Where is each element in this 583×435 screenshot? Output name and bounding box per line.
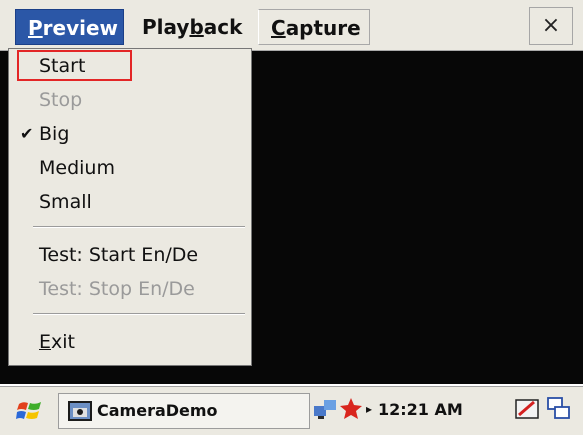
taskbar-clock[interactable]: 12:21 AM (378, 387, 463, 433)
desktop-switch-icon[interactable] (546, 396, 572, 422)
menu-item-test-stop-label: Test: Stop En/De (39, 278, 195, 300)
menu-item-big[interactable]: ✔ Big (9, 117, 251, 151)
menu-item-start-label: Start (39, 55, 86, 77)
menu-item-small-label: Small (39, 191, 92, 213)
menu-playback-text-before: Play (142, 15, 190, 39)
menu-capture-mnemonic: C (271, 16, 286, 40)
menu-item-exit-mnemonic: E (39, 331, 52, 353)
menu-item-test-start-label: Test: Start En/De (39, 244, 199, 266)
menu-item-test-start[interactable]: Test: Start En/De (9, 238, 251, 272)
menu-bar: Preview Playback Capture × (0, 0, 583, 51)
menu-capture-text-after: apture (285, 16, 361, 40)
menu-item-medium[interactable]: Medium (9, 151, 251, 185)
camera-app-icon (68, 401, 92, 421)
menu-playback-text-after: ack (203, 15, 243, 39)
tray-expand-arrow-icon[interactable]: ▸ (366, 397, 372, 421)
taskbar-app-button[interactable]: CameraDemo (58, 393, 310, 429)
menu-item-medium-label: Medium (39, 157, 115, 179)
tray-app-icon[interactable] (338, 396, 364, 422)
menu-capture[interactable]: Capture (258, 9, 370, 45)
preview-dropdown-menu: Start Stop ✔ Big Medium Small Test: Star… (8, 48, 252, 366)
menu-item-test-stop: Test: Stop En/De (9, 272, 251, 306)
close-button[interactable]: × (529, 7, 573, 45)
menu-preview-mnemonic: P (28, 16, 43, 40)
menu-item-start[interactable]: Start (9, 49, 251, 83)
menu-item-stop: Stop (9, 83, 251, 117)
check-icon: ✔ (20, 124, 34, 143)
menu-preview-text-after: review (42, 16, 119, 40)
menu-item-exit[interactable]: Exit (9, 325, 251, 359)
taskbar-app-label: CameraDemo (97, 401, 218, 420)
menu-item-big-label: Big (39, 123, 70, 145)
network-icon[interactable] (312, 396, 338, 422)
menu-item-small[interactable]: Small (9, 185, 251, 219)
close-icon: × (541, 13, 561, 38)
taskbar: CameraDemo ▸ 12:21 AM (0, 386, 583, 435)
menu-playback[interactable]: Playback (142, 9, 242, 45)
input-panel-icon[interactable] (514, 396, 540, 422)
menu-preview[interactable]: Preview (15, 9, 124, 45)
menu-item-exit-text-after: xit (51, 331, 75, 353)
menu-item-exit-label: Exit (39, 325, 75, 359)
menu-playback-mnemonic: b (189, 15, 204, 39)
menu-item-stop-label: Stop (39, 89, 83, 111)
windows-flag-icon[interactable] (16, 396, 44, 424)
menu-separator (33, 226, 245, 228)
menu-separator (33, 313, 245, 315)
